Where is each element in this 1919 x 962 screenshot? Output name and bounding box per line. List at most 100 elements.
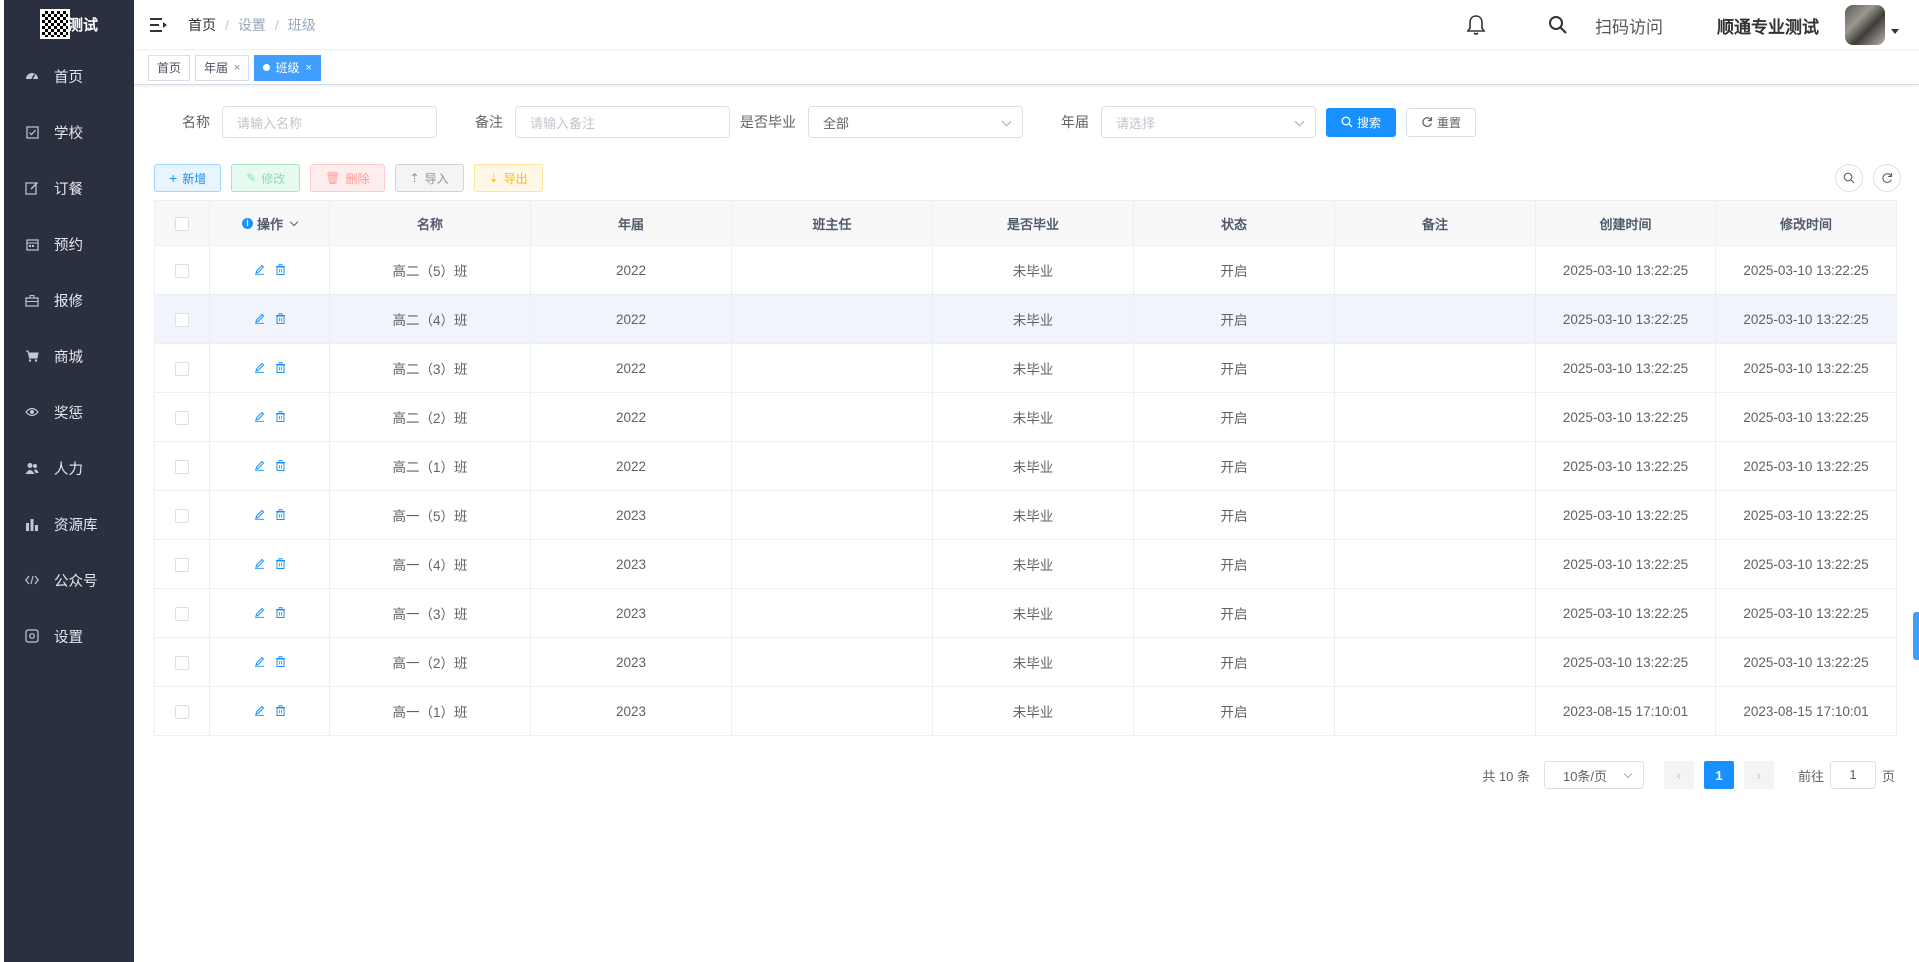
edit-icon[interactable] — [254, 361, 265, 376]
select-all-cell — [154, 200, 210, 246]
export-button[interactable]: ⇣ 导出 — [473, 164, 543, 192]
cell-graduated: 未毕业 — [932, 441, 1134, 491]
sidebar-item-home[interactable]: 首页 — [4, 48, 134, 104]
cell-modified: 2025-03-10 13:22:25 — [1715, 490, 1897, 540]
table-row[interactable]: 高一（3）班 2023 未毕业 开启 2025-03-10 13:22:25 2025-0… — [154, 588, 1897, 638]
row-checkbox[interactable] — [175, 655, 189, 670]
bell-icon[interactable] — [1465, 14, 1487, 36]
sidebar-item-reward[interactable]: 奖惩 — [4, 384, 134, 440]
trash-icon[interactable] — [275, 557, 286, 572]
sidebar-item-school[interactable]: 学校 — [4, 104, 134, 160]
reset-button[interactable]: 重置 — [1406, 107, 1477, 137]
page-size-select[interactable]: 10条/页 — [1543, 761, 1644, 789]
cell-graduated: 未毕业 — [932, 245, 1134, 295]
add-button[interactable]: + 新增 — [154, 164, 222, 192]
next-page-button[interactable]: › — [1743, 761, 1774, 789]
toggle-search-button[interactable] — [1835, 164, 1863, 192]
delete-button[interactable]: 🗑 删除 — [310, 164, 385, 192]
close-icon[interactable]: × — [305, 62, 311, 74]
edit-icon[interactable] — [254, 557, 265, 572]
edit-icon[interactable] — [254, 459, 265, 474]
remark-input[interactable]: 请输入备注 — [515, 106, 730, 138]
app-logo[interactable]: 测试 — [4, 0, 134, 48]
name-input[interactable]: 请输入名称 — [222, 106, 437, 138]
row-checkbox[interactable] — [175, 312, 189, 327]
search-button[interactable]: 搜索 — [1326, 107, 1397, 137]
table-row[interactable]: 高一（1）班 2023 未毕业 开启 2023-08-15 17:10:01 2023-0… — [154, 686, 1897, 736]
cell-graduated: 未毕业 — [932, 588, 1134, 638]
edit-icon[interactable] — [254, 263, 265, 278]
year-select[interactable]: 请选择 — [1101, 106, 1316, 138]
breadcrumb-settings: 设置 — [237, 16, 266, 33]
table-row[interactable]: 高二（2）班 2022 未毕业 开启 2025-03-10 13:22:25 2025-0… — [154, 392, 1897, 442]
sidebar-item-label: 首页 — [54, 69, 83, 86]
goto-page-input[interactable]: 1 — [1829, 761, 1876, 789]
graduated-select[interactable]: 全部 — [808, 106, 1023, 138]
trash-icon[interactable] — [275, 459, 286, 474]
trash-icon[interactable] — [275, 312, 286, 327]
trash-icon[interactable] — [275, 263, 286, 278]
avatar[interactable] — [1845, 5, 1885, 45]
scan-access-link[interactable]: 扫码访问 — [1595, 13, 1663, 38]
table-row[interactable]: 高一（4）班 2023 未毕业 开启 2025-03-10 13:22:25 2025-0… — [154, 539, 1897, 589]
trash-icon[interactable] — [275, 704, 286, 719]
select-all-checkbox[interactable] — [175, 216, 189, 231]
column-header-actions[interactable]: i 操作 — [209, 200, 330, 246]
trash-icon[interactable] — [275, 606, 286, 621]
caret-down-icon[interactable] — [1891, 28, 1899, 34]
edit-icon[interactable] — [254, 508, 265, 523]
sidebar-item-booking[interactable]: 预约 — [4, 216, 134, 272]
page-number-1[interactable]: 1 — [1703, 761, 1734, 789]
row-checkbox[interactable] — [175, 508, 189, 523]
sidebar-item-label: 资源库 — [54, 517, 98, 534]
trash-icon[interactable] — [275, 410, 286, 425]
row-checkbox[interactable] — [175, 704, 189, 719]
tag-year[interactable]: 年届 × — [195, 54, 250, 81]
class-table: i 操作 名称 年届 班主任 是否毕业 状态 备注 创建时间 修改时间 高二（5… — [154, 200, 1897, 736]
cell-name: 高一（2）班 — [329, 637, 531, 687]
sidebar-item-resources[interactable]: 资源库 — [4, 496, 134, 552]
edit-icon[interactable] — [254, 312, 265, 327]
import-button[interactable]: ⇡ 导入 — [394, 164, 464, 192]
edit-button[interactable]: ✎ 修改 — [231, 164, 301, 192]
table-row[interactable]: 高二（1）班 2022 未毕业 开启 2025-03-10 13:22:25 2025-0… — [154, 441, 1897, 491]
table-row[interactable]: 高二（3）班 2022 未毕业 开启 2025-03-10 13:22:25 2025-0… — [154, 343, 1897, 393]
edit-icon[interactable] — [254, 410, 265, 425]
table-row[interactable]: 高二（5）班 2022 未毕业 开启 2025-03-10 13:22:25 2025-0… — [154, 245, 1897, 295]
trash-icon[interactable] — [275, 655, 286, 670]
row-checkbox[interactable] — [175, 410, 189, 425]
edit-icon[interactable] — [254, 704, 265, 719]
sidebar-item-label: 人力 — [54, 461, 83, 478]
row-checkbox[interactable] — [175, 361, 189, 376]
row-checkbox[interactable] — [175, 459, 189, 474]
tag-class[interactable]: 班级 × — [254, 54, 321, 81]
sidebar-item-official-account[interactable]: 公众号 — [4, 552, 134, 608]
sidebar-item-label: 设置 — [54, 629, 83, 646]
close-icon[interactable]: × — [234, 62, 240, 74]
table-row[interactable]: 高一（5）班 2023 未毕业 开启 2025-03-10 13:22:25 2025-0… — [154, 490, 1897, 540]
trash-icon[interactable] — [275, 361, 286, 376]
refresh-table-button[interactable] — [1873, 164, 1901, 192]
scroll-indicator[interactable] — [1913, 612, 1919, 660]
sidebar-item-meal[interactable]: 订餐 — [4, 160, 134, 216]
prev-page-button[interactable]: ‹ — [1663, 761, 1694, 789]
trash-icon[interactable] — [275, 508, 286, 523]
cell-name: 高二（4）班 — [329, 294, 531, 344]
table-row[interactable]: 高一（2）班 2023 未毕业 开启 2025-03-10 13:22:25 2025-0… — [154, 637, 1897, 687]
row-checkbox[interactable] — [175, 606, 189, 621]
row-checkbox[interactable] — [175, 557, 189, 572]
sidebar-item-mall[interactable]: 商城 — [4, 328, 134, 384]
sidebar-item-repair[interactable]: 报修 — [4, 272, 134, 328]
row-checkbox[interactable] — [175, 263, 189, 278]
table-row[interactable]: 高二（4）班 2022 未毕业 开启 2025-03-10 13:22:25 2025-0… — [154, 294, 1897, 344]
cell-name: 高二（3）班 — [329, 343, 531, 393]
edit-icon[interactable] — [254, 606, 265, 621]
hamburger-icon[interactable] — [150, 17, 168, 33]
edit-icon[interactable] — [254, 655, 265, 670]
breadcrumb-home[interactable]: 首页 — [188, 15, 216, 35]
search-icon[interactable] — [1547, 14, 1569, 36]
search-icon — [1843, 172, 1855, 184]
tag-home[interactable]: 首页 — [148, 54, 191, 81]
sidebar-item-hr[interactable]: 人力 — [4, 440, 134, 496]
sidebar-item-settings[interactable]: 设置 — [4, 608, 134, 664]
